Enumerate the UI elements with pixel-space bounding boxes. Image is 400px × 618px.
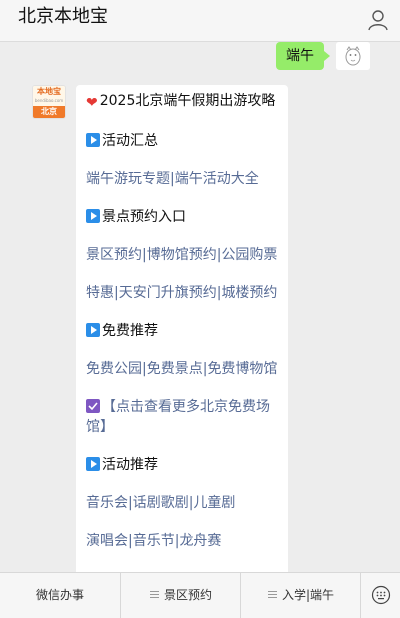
link-special-offers[interactable]: 特惠 — [86, 285, 114, 301]
link-museum-booking[interactable]: 博物馆预约 — [147, 247, 217, 263]
link-free-parks[interactable]: 免费公园 — [86, 361, 142, 377]
my-avatar[interactable] — [336, 42, 370, 70]
link-dragon-boat-race[interactable]: 龙舟赛 — [179, 533, 221, 549]
link-park-tickets[interactable]: 公园购票 — [221, 247, 277, 263]
link-drama-opera[interactable]: 话剧歌剧 — [133, 495, 189, 511]
bendibao-logo: 本地宝 bendibao.com — [33, 86, 65, 106]
cartoon-avatar-icon — [336, 42, 370, 70]
event-links-2: 演唱会|音乐节|龙舟赛 — [86, 533, 222, 549]
play-icon — [86, 457, 100, 471]
section-event-recommend: 活动推荐 — [86, 455, 278, 475]
section-booking-entry: 景点预约入口 — [86, 207, 278, 227]
keyboard-toggle[interactable] — [360, 573, 400, 618]
chat-area: 端午 本地宝 bendibao.com 北京 ❤ 2025北京端午假期出游攻略 活… — [0, 42, 400, 572]
link-free-scenic[interactable]: 免费景点 — [147, 361, 203, 377]
booking-links-2: 特惠|天安门升旗预约|城楼预约 — [86, 285, 278, 301]
bottom-menu-bar: 微信办事 景区预约 入学|端午 — [0, 572, 400, 618]
menu-enrollment-dragon-boat[interactable]: 入学|端午 — [240, 573, 361, 618]
guide-title: ❤ 2025北京端午假期出游攻略 — [86, 93, 276, 111]
more-free-venues: 【点击查看更多北京免费场馆】 — [86, 397, 278, 437]
menu-list-icon — [267, 591, 277, 599]
event-links-1: 音乐会|话剧歌剧|儿童剧 — [86, 495, 236, 511]
play-icon — [86, 323, 100, 337]
link-scenic-booking[interactable]: 景区预约 — [86, 247, 142, 263]
avatar-city-label: 北京 — [33, 106, 65, 118]
heart-icon: ❤ — [86, 95, 98, 111]
link-children-drama[interactable]: 儿童剧 — [193, 495, 235, 511]
chat-title: 北京本地宝 — [18, 6, 108, 27]
user-icon[interactable] — [366, 8, 390, 32]
link-dragon-boat-topic[interactable]: 端午游玩专题 — [86, 171, 170, 187]
free-links: 免费公园|免费景点|免费博物馆 — [86, 361, 278, 377]
booking-links-1: 景区预约|博物馆预约|公园购票 — [86, 247, 278, 263]
activity-links: 端午游玩专题|端午活动大全 — [86, 171, 259, 187]
link-dragon-boat-activities[interactable]: 端午活动大全 — [175, 171, 259, 187]
menu-scenic-booking[interactable]: 景区预约 — [120, 573, 241, 618]
link-more-free-venues[interactable]: 【点击查看更多北京免费场馆】 — [86, 399, 270, 435]
chat-header: 北京本地宝 — [0, 0, 400, 42]
menu-list-icon — [149, 591, 159, 599]
link-live-concerts[interactable]: 演唱会 — [86, 533, 128, 549]
section-activity-summary: 活动汇总 — [86, 131, 278, 151]
outgoing-message: 端午 — [250, 42, 370, 70]
link-concerts[interactable]: 音乐会 — [86, 495, 128, 511]
link-gate-tower[interactable]: 城楼预约 — [221, 285, 277, 301]
bendibao-avatar[interactable]: 本地宝 bendibao.com 北京 — [32, 85, 66, 119]
section-free-recommend: 免费推荐 — [86, 321, 278, 341]
link-music-festival[interactable]: 音乐节 — [133, 533, 175, 549]
keyboard-icon — [371, 585, 391, 605]
outgoing-bubble: 端午 — [276, 42, 330, 70]
link-free-museums[interactable]: 免费博物馆 — [207, 361, 277, 377]
menu-wechat-services[interactable]: 微信办事 — [0, 573, 120, 618]
play-icon — [86, 133, 100, 147]
checkbox-icon — [86, 399, 100, 413]
play-icon — [86, 209, 100, 223]
incoming-bubble: ❤ 2025北京端午假期出游攻略 活动汇总 端午游玩专题|端午活动大全 景点预约入… — [76, 85, 288, 572]
link-flag-raising[interactable]: 天安门升旗预约 — [119, 285, 217, 301]
